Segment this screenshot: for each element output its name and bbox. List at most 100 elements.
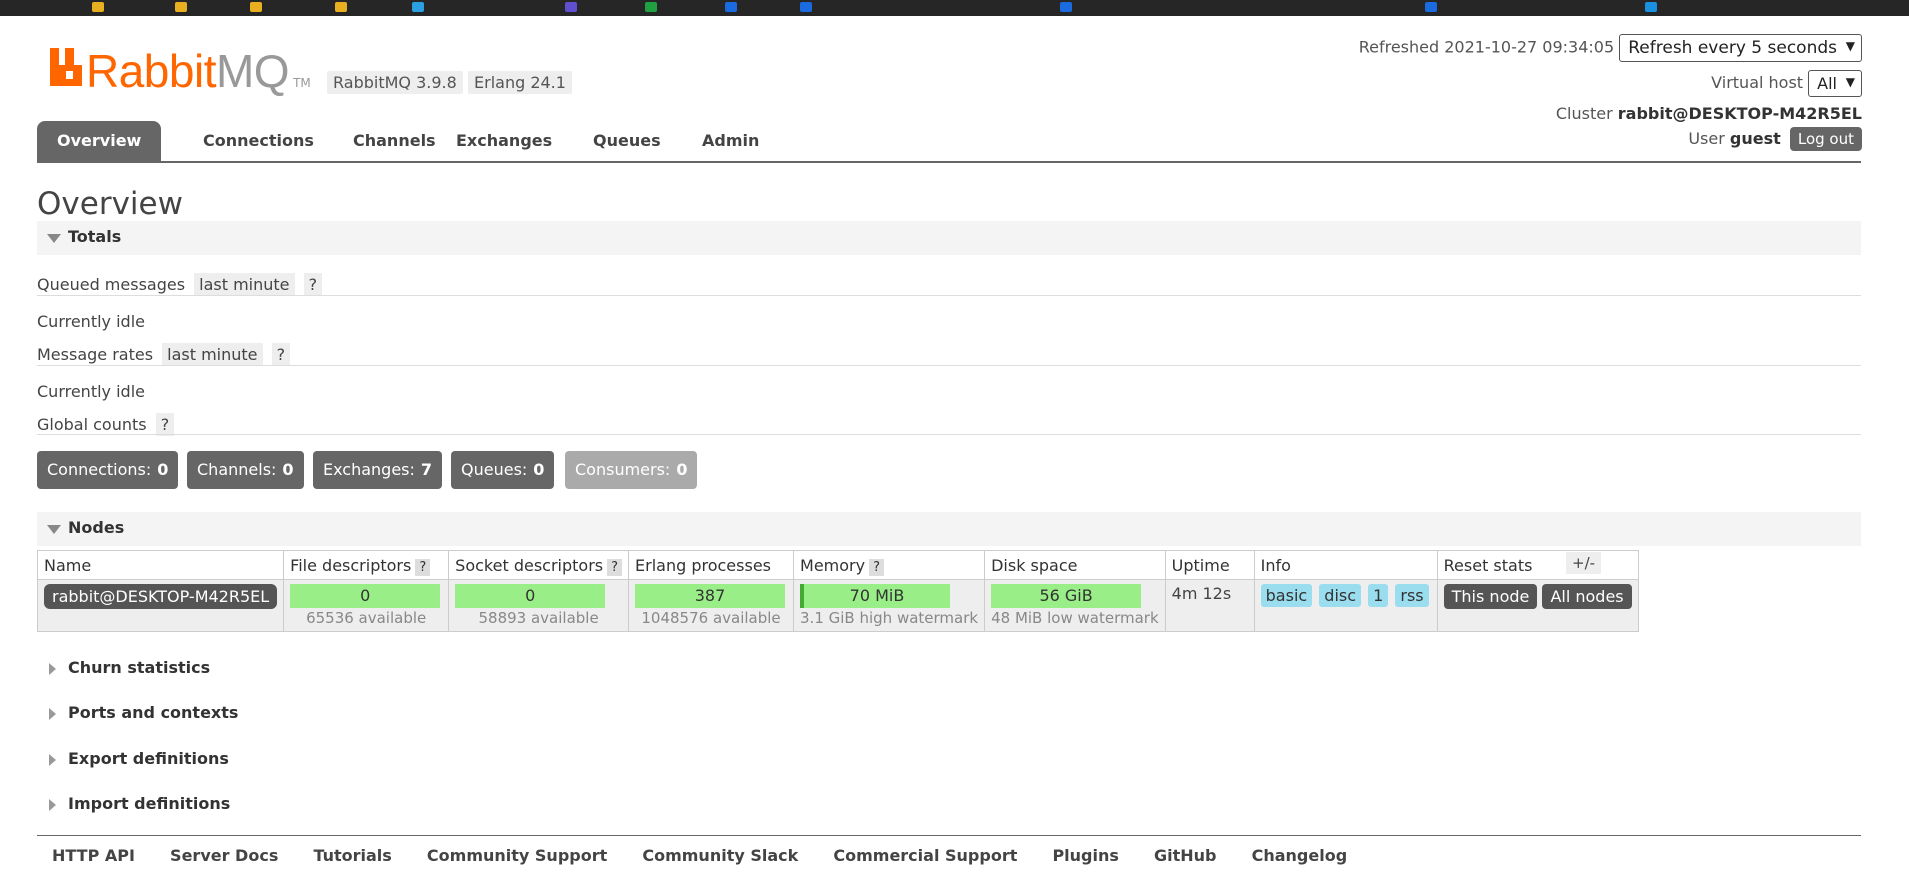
reset-all-nodes-button[interactable]: All nodes [1542, 584, 1632, 609]
totals-section-header[interactable]: Totals [37, 221, 1861, 255]
bookmark-icon[interactable] [412, 2, 424, 12]
footer-link-tutorials[interactable]: Tutorials [313, 846, 391, 865]
churn-statistics-section[interactable]: Churn statistics [37, 653, 1861, 685]
refreshed-timestamp: Refreshed 2021-10-27 09:34:05 [1358, 37, 1615, 57]
tab-exchanges[interactable]: Exchanges [436, 121, 572, 161]
exchanges-count-button[interactable]: Exchanges: 7 [313, 451, 443, 489]
bookmark-icon[interactable] [175, 2, 187, 12]
sd-cell: 0 58893 available [448, 579, 630, 632]
bookmark-icon[interactable] [1060, 2, 1072, 12]
footer-link-commercial-support[interactable]: Commercial Support [833, 846, 1017, 865]
message-rates-label: Message rates [37, 345, 154, 364]
col-header-file-descriptors: File descriptors? [283, 550, 450, 580]
footer-link-plugins[interactable]: Plugins [1052, 846, 1118, 865]
queues-count-button[interactable]: Queues: 0 [451, 451, 555, 489]
export-definitions-section[interactable]: Export definitions [37, 744, 1861, 776]
collapsed-triangle-icon [49, 708, 56, 720]
section-title: Churn statistics [68, 658, 211, 677]
logo-text: RabbitMQ [86, 45, 290, 97]
bookmark-icon[interactable] [1425, 2, 1437, 12]
bookmark-icon[interactable] [335, 2, 347, 12]
col-header-socket-descriptors: Socket descriptors? [448, 550, 630, 580]
bookmark-icon[interactable] [800, 2, 812, 12]
nodes-title: Nodes [68, 518, 125, 537]
uptime-value: 4m 12s [1171, 584, 1232, 603]
bookmark-icon[interactable] [92, 2, 104, 12]
browser-bookmarks-bar [0, 0, 1909, 16]
collapsed-triangle-icon [49, 663, 56, 675]
sd-bar: 0 [455, 584, 606, 608]
sd-available: 58893 available [478, 609, 599, 627]
bookmark-icon[interactable] [725, 2, 737, 12]
rates-idle-text: Currently idle [37, 382, 145, 401]
footer-link-server-docs[interactable]: Server Docs [170, 846, 278, 865]
col-header-uptime: Uptime [1164, 550, 1255, 580]
page-title: Overview [37, 186, 183, 222]
help-button[interactable]: ? [869, 558, 884, 576]
rabbitmq-logo[interactable]: RabbitMQ TM [50, 48, 311, 94]
divider [37, 295, 1861, 296]
fd-available: 65536 available [306, 609, 427, 627]
section-title: Ports and contexts [68, 703, 239, 722]
virtual-host-select[interactable]: All ▼ [1808, 70, 1862, 97]
help-button[interactable]: ? [607, 558, 623, 576]
help-button[interactable]: ? [415, 558, 431, 576]
rates-range-selector[interactable]: last minute [162, 343, 263, 366]
import-definitions-section[interactable]: Import definitions [37, 789, 1861, 821]
footer-link-community-slack[interactable]: Community Slack [642, 846, 798, 865]
bookmark-icon[interactable] [250, 2, 262, 12]
erlang-processes-cell: 387 1048576 available [628, 579, 795, 632]
reset-this-node-button[interactable]: This node [1443, 584, 1538, 609]
rabbitmq-version-badge: RabbitMQ 3.9.8 [327, 71, 463, 94]
table-row: rabbit@DESKTOP-M42R5EL 0 65536 available … [36, 579, 1639, 632]
rabbitmq-logo-icon [50, 48, 82, 86]
chevron-down-icon: ▼ [1845, 75, 1855, 89]
uptime-cell: 4m 12s [1164, 579, 1255, 632]
col-header-name: Name [36, 550, 285, 580]
footer-link-http-api[interactable]: HTTP API [52, 846, 135, 865]
disk-bar: 56 GiB [991, 584, 1142, 608]
footer-link-github[interactable]: GitHub [1154, 846, 1217, 865]
message-rates-row: Message rates last minute ? [37, 343, 291, 366]
col-header-erlang-processes: Erlang processes [628, 550, 795, 580]
column-toggle-button[interactable]: +/- [1566, 552, 1602, 574]
refresh-row: Refreshed 2021-10-27 09:34:05 Refresh ev… [1359, 34, 1862, 62]
connections-count-button[interactable]: Connections: 0 [37, 451, 179, 489]
channels-count-button[interactable]: Channels: 0 [187, 451, 304, 489]
tab-connections[interactable]: Connections [183, 121, 334, 161]
nodes-table: Name File descriptors? Socket descriptor… [36, 550, 1639, 632]
tab-admin[interactable]: Admin [682, 121, 779, 161]
help-button[interactable]: ? [303, 273, 323, 296]
queued-messages-label: Queued messages [37, 275, 186, 294]
col-header-info: Info [1253, 550, 1438, 580]
disk-cell: 56 GiB 48 MiB low watermark [984, 579, 1166, 632]
help-button[interactable]: ? [271, 343, 291, 366]
footer-link-community-support[interactable]: Community Support [427, 846, 607, 865]
bookmark-icon[interactable] [1645, 2, 1657, 12]
ports-and-contexts-section[interactable]: Ports and contexts [37, 698, 1861, 730]
tab-queues[interactable]: Queues [573, 121, 681, 161]
vhost-row: Virtual host All ▼ [1711, 70, 1862, 97]
bookmark-icon[interactable] [645, 2, 657, 12]
nodes-section-header[interactable]: Nodes [37, 512, 1861, 546]
memory-cell: 70 MiB 3.1 GiB high watermark [793, 579, 986, 632]
tab-overview[interactable]: Overview [37, 121, 162, 161]
help-button[interactable]: ? [155, 413, 175, 436]
queued-idle-text: Currently idle [37, 312, 145, 331]
main-nav-tabs: Overview Connections Channels Exchanges … [37, 121, 1861, 163]
fd-cell: 0 65536 available [283, 579, 450, 632]
bookmark-icon[interactable] [565, 2, 577, 12]
node-link[interactable]: rabbit@DESKTOP-M42R5EL [44, 584, 278, 609]
reset-stats-cell: This node All nodes [1436, 579, 1639, 632]
chevron-down-icon: ▼ [1845, 39, 1855, 53]
totals-title: Totals [68, 227, 122, 246]
erlang-processes-available: 1048576 available [641, 609, 781, 627]
global-counts-row: Global counts ? [37, 413, 175, 436]
footer-link-changelog[interactable]: Changelog [1252, 846, 1348, 865]
erlang-version-badge: Erlang 24.1 [468, 71, 572, 94]
info-tag-basic: basic [1260, 584, 1313, 607]
queued-range-selector[interactable]: last minute [194, 273, 295, 296]
collapsed-triangle-icon [49, 799, 56, 811]
consumers-count-button[interactable]: Consumers: 0 [565, 451, 698, 489]
refresh-interval-select[interactable]: Refresh every 5 seconds ▼ [1619, 34, 1862, 62]
